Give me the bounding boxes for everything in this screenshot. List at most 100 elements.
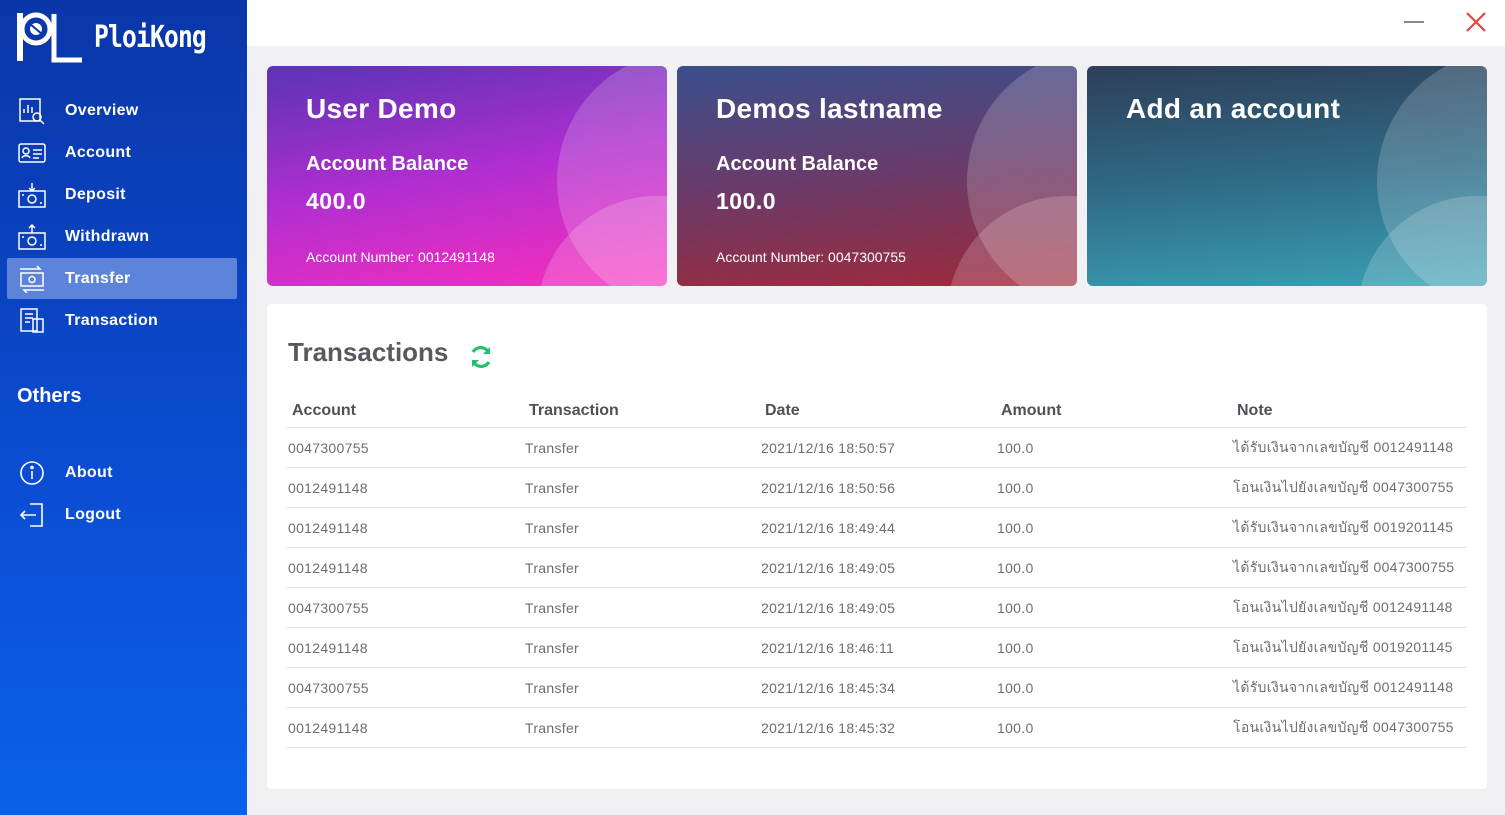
table-row[interactable]: 0012491148 Transfer 2021/12/16 18:49:05 100… <box>287 548 1467 588</box>
sidebar-item-deposit[interactable]: Deposit <box>7 174 237 215</box>
note-cell: โอนเงินไปยังเลขบัญชี 0047300755 <box>1233 478 1454 495</box>
transaction-cell: Transfer <box>525 639 580 656</box>
column-header[interactable]: Note <box>1232 396 1467 420</box>
sidebar-item-label: Account <box>65 143 132 161</box>
main-nav: Overview Account Deposit Withdrawn Trans… <box>7 90 237 342</box>
column-header[interactable]: Account <box>287 396 524 420</box>
sidebar-item-about[interactable]: About <box>7 452 237 493</box>
transaction-cell: Transfer <box>525 599 580 616</box>
table-row[interactable]: 0012491148 Transfer 2021/12/16 18:50:56 100… <box>287 468 1467 508</box>
account-cell: 0012491148 <box>288 559 368 576</box>
table-row[interactable]: 0047300755 Transfer 2021/12/16 18:45:34 100… <box>287 668 1467 708</box>
transactions-table: Account Transaction Date Amount Note 004… <box>287 388 1467 748</box>
account-number: Account Number: 0047300755 <box>716 249 906 265</box>
date-cell: 2021/12/16 18:49:05 <box>761 599 896 616</box>
logo-icon <box>17 12 82 63</box>
card-decoration <box>1357 196 1487 286</box>
amount-cell: 100.0 <box>997 679 1034 696</box>
balance-value: 400.0 <box>306 188 367 214</box>
note-cell: โอนเงินไปยังเลขบัญชี 0019201145 <box>1233 638 1453 655</box>
account-holder-name: Demos lastname <box>716 93 943 124</box>
close-icon[interactable] <box>1463 9 1489 35</box>
app-name: PloiKong <box>94 20 207 55</box>
info-icon <box>17 458 47 488</box>
date-cell: 2021/12/16 18:49:44 <box>761 519 896 536</box>
note-cell: ได้รับเงินจากเลขบัญชี 0047300755 <box>1233 558 1455 575</box>
sidebar-item-label: About <box>65 463 113 481</box>
sidebar-item-label: Overview <box>65 101 139 119</box>
transaction-cell: Transfer <box>525 439 580 456</box>
panel-title: Transactions <box>288 337 449 367</box>
transactions-panel: Transactions Account Transaction Date Am… <box>267 304 1487 789</box>
account-cell: 0012491148 <box>288 719 368 736</box>
others-heading: Others <box>17 385 82 407</box>
note-cell: โอนเงินไปยังเลขบัญชี 0012491148 <box>1233 598 1453 615</box>
table-row[interactable]: 0012491148 Transfer 2021/12/16 18:45:32 100… <box>287 708 1467 748</box>
column-header[interactable]: Date <box>760 396 996 420</box>
deposit-icon <box>17 180 47 210</box>
column-header[interactable]: Amount <box>996 396 1232 420</box>
note-cell: โอนเงินไปยังเลขบัญชี 0047300755 <box>1233 718 1454 735</box>
account-cell: 0047300755 <box>288 599 369 616</box>
sidebar-item-label: Deposit <box>65 185 126 203</box>
column-header[interactable]: Transaction <box>524 396 760 420</box>
sidebar: PloiKong Overview Account Deposit Withdr… <box>0 0 247 815</box>
account-cell: 0047300755 <box>288 439 369 456</box>
sidebar-item-account[interactable]: Account <box>7 132 237 173</box>
account-number: Account Number: 0012491148 <box>306 249 495 265</box>
logout-icon <box>17 500 47 530</box>
note-cell: ได้รับเงินจากเลขบัญชี 0019201145 <box>1233 518 1454 535</box>
date-cell: 2021/12/16 18:50:56 <box>761 479 896 496</box>
sidebar-item-transfer[interactable]: Transfer <box>7 258 237 299</box>
note-cell: ได้รับเงินจากเลขบัญชี 0012491148 <box>1233 438 1454 455</box>
sidebar-item-transaction[interactable]: Transaction <box>7 300 237 341</box>
amount-cell: 100.0 <box>997 719 1034 736</box>
sidebar-item-label: Logout <box>65 505 121 523</box>
card-decoration <box>537 196 667 286</box>
add-account-label: Add an account <box>1126 93 1341 124</box>
amount-cell: 100.0 <box>997 599 1034 616</box>
transaction-cell: Transfer <box>525 519 580 536</box>
note-cell: ได้รับเงินจากเลขบัญชี 0012491148 <box>1233 678 1454 695</box>
account-card[interactable]: Demos lastname Account Balance 100.0 Acc… <box>677 66 1077 286</box>
balance-label: Account Balance <box>306 153 469 175</box>
amount-cell: 100.0 <box>997 639 1034 656</box>
transaction-cell: Transfer <box>525 679 580 696</box>
table-row[interactable]: 0047300755 Transfer 2021/12/16 18:50:57 100… <box>287 428 1467 468</box>
secondary-nav: About Logout <box>7 452 237 536</box>
amount-cell: 100.0 <box>997 479 1034 496</box>
sidebar-item-withdrawn[interactable]: Withdrawn <box>7 216 237 257</box>
date-cell: 2021/12/16 18:50:57 <box>761 439 896 456</box>
balance-label: Account Balance <box>716 153 879 175</box>
sidebar-item-logout[interactable]: Logout <box>7 494 237 535</box>
account-cell: 0012491148 <box>288 479 368 496</box>
transfer-icon <box>17 264 47 294</box>
amount-cell: 100.0 <box>997 439 1034 456</box>
transaction-cell: Transfer <box>525 559 580 576</box>
date-cell: 2021/12/16 18:49:05 <box>761 559 896 576</box>
amount-cell: 100.0 <box>997 559 1034 576</box>
account-cell: 0012491148 <box>288 519 368 536</box>
balance-value: 100.0 <box>716 188 777 214</box>
account-cell: 0047300755 <box>288 679 369 696</box>
date-cell: 2021/12/16 18:45:34 <box>761 679 896 696</box>
sidebar-item-overview[interactable]: Overview <box>7 90 237 131</box>
account-icon <box>17 138 47 168</box>
withdraw-icon <box>17 222 47 252</box>
amount-cell: 100.0 <box>997 519 1034 536</box>
date-cell: 2021/12/16 18:46:11 <box>761 639 895 656</box>
refresh-icon[interactable] <box>468 344 494 370</box>
card-decoration <box>947 196 1077 286</box>
transaction-cell: Transfer <box>525 719 580 736</box>
add-account-card[interactable]: Add an account <box>1087 66 1487 286</box>
table-row[interactable]: 0047300755 Transfer 2021/12/16 18:49:05 100… <box>287 588 1467 628</box>
account-card[interactable]: User Demo Account Balance 400.0 Account … <box>267 66 667 286</box>
date-cell: 2021/12/16 18:45:32 <box>761 719 896 736</box>
sidebar-item-label: Transaction <box>65 311 159 329</box>
account-cell: 0012491148 <box>288 639 368 656</box>
overview-icon <box>17 96 47 126</box>
table-row[interactable]: 0012491148 Transfer 2021/12/16 18:49:44 100… <box>287 508 1467 548</box>
table-row[interactable]: 0012491148 Transfer 2021/12/16 18:46:11 100… <box>287 628 1467 668</box>
account-holder-name: User Demo <box>306 93 457 124</box>
minimize-icon[interactable] <box>1402 10 1426 34</box>
